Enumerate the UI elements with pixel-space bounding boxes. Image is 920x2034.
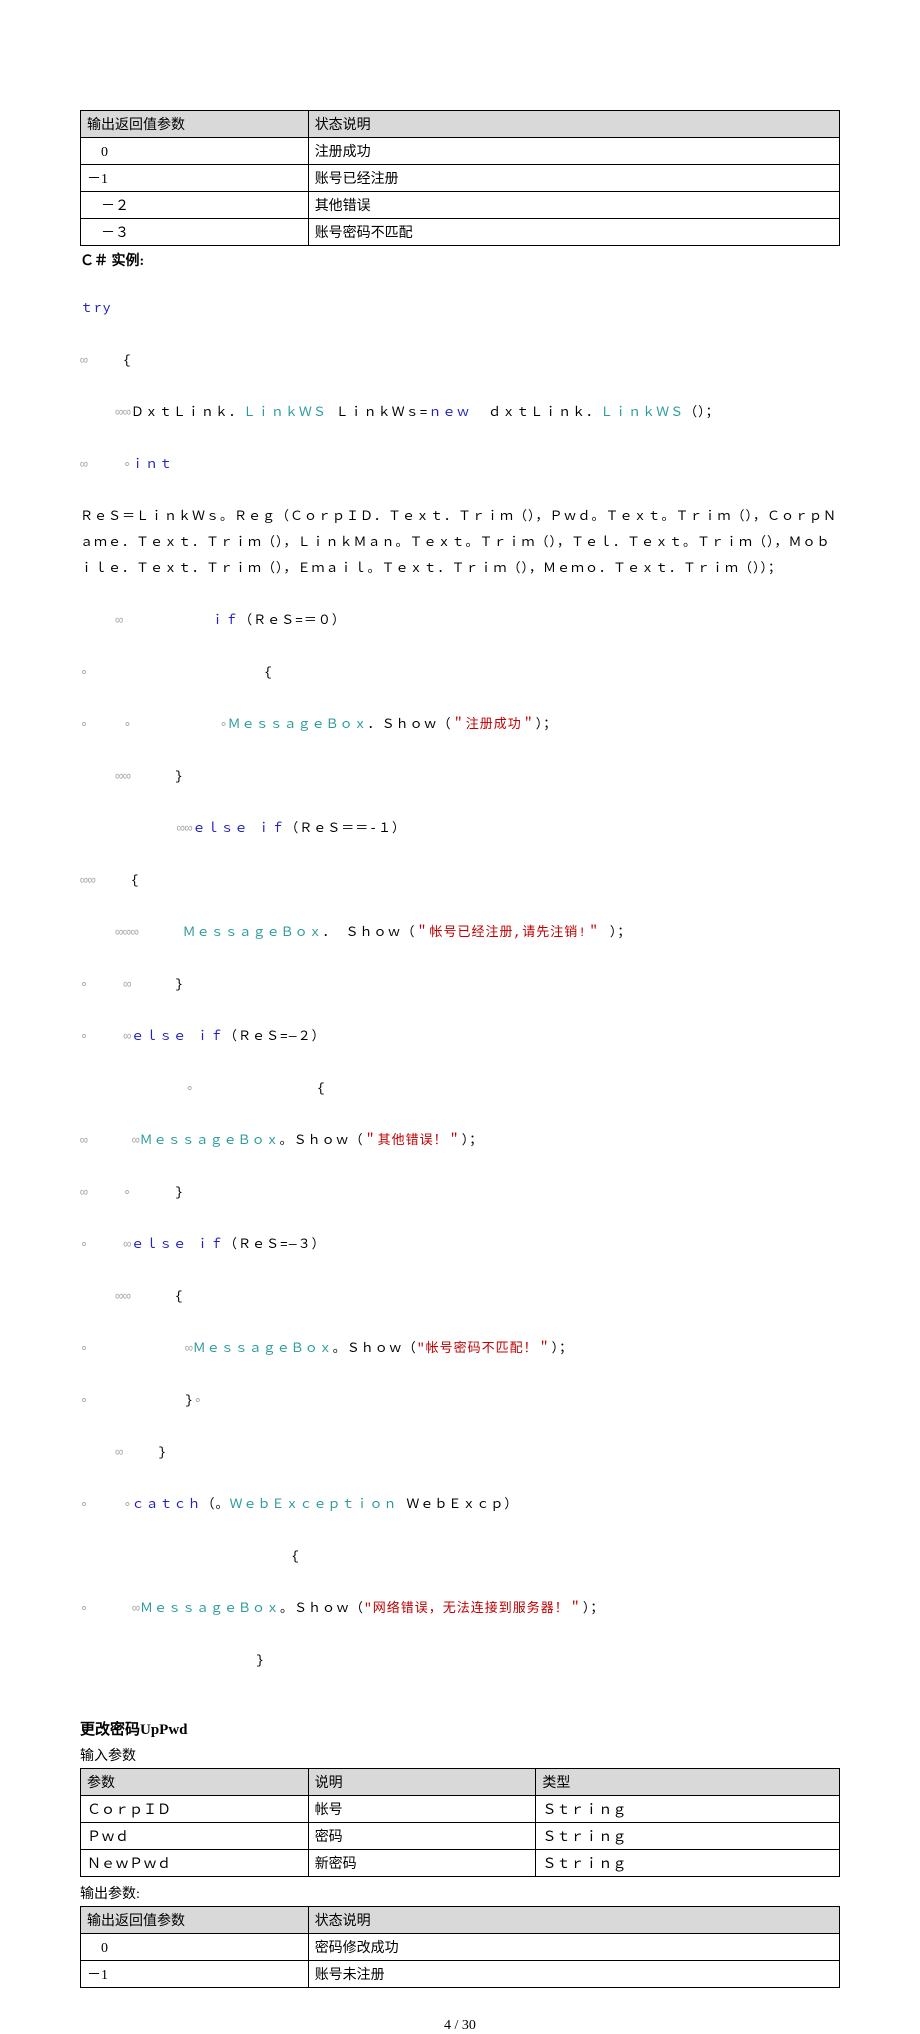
code-string: "帐号密码不匹配！＂ (417, 1341, 552, 1356)
code-line: ＲｅＳ＝ＬｉｎｋＷｓ。Ｒｅｇ（ＣｏｒｐＩＤ．Ｔｅｘｔ．Ｔｒｉｍ（），Ｐｗｄ。Ｔｅ… (80, 504, 840, 582)
whitespace-marker: ∘ (80, 1601, 88, 1616)
whitespace-marker: ∘ (123, 717, 131, 732)
table-row: Ｐｗｄ密码Ｓｔｒｉｎｇ (81, 1823, 840, 1850)
whitespace-marker: ∘ (80, 717, 88, 732)
table-header-row: 输出返回值参数 状态说明 (81, 1907, 840, 1934)
page-number: 4 / 30 (80, 2018, 840, 2034)
whitespace-marker: ∘ (123, 457, 131, 472)
code-keyword: ｃａｔｃｈ (132, 1497, 202, 1512)
table-header-row: 参数 说明 类型 (81, 1769, 840, 1796)
code-string: "网络错误，无法连接到服务器！＂ (364, 1601, 583, 1616)
code-type: ＭｅｓｓａｇｅＢｏｘ (140, 1133, 280, 1148)
output-params-label: 输出参数: (80, 1883, 840, 1903)
table-row: －1账号未注册 (81, 1961, 840, 1988)
table-row: 0注册成功 (81, 138, 840, 165)
col-header: 输出返回值参数 (81, 1907, 309, 1934)
whitespace-marker: ∞ (132, 1133, 140, 1148)
whitespace-marker: ∘ (80, 1029, 88, 1044)
whitespace-marker: ∘ (80, 977, 88, 992)
output-return-table-1: 输出返回值参数 状态说明 0注册成功 －1账号已经注册 －２其他错误 －３账号密… (80, 110, 840, 246)
code-type: ＭｅｓｓａｇｅＢｏｘ (183, 925, 323, 940)
whitespace-marker: ∞∞ (177, 821, 193, 836)
whitespace-marker: ∘ (194, 1393, 202, 1408)
code-keyword: ｅｌｓｅ ｉｆ (192, 821, 285, 836)
section-heading-uppwd: 更改密码UpPwd (80, 1718, 840, 1739)
col-header: 输出返回值参数 (81, 111, 309, 138)
code-type: ＭｅｓｓａｇｅＢｏｘ (193, 1341, 333, 1356)
col-header: 说明 (308, 1769, 536, 1796)
whitespace-marker: ∘ (123, 1185, 131, 1200)
table-row: 0密码修改成功 (81, 1934, 840, 1961)
code-type: ＬｉｎｋＷＳ (600, 405, 684, 420)
whitespace-marker: ∘ (80, 665, 88, 680)
code-type: ＷｅｂＥｘｃｅｐｔｉｏｎ (230, 1497, 398, 1512)
whitespace-marker: ∞ (123, 977, 131, 992)
whitespace-marker: ∞ (185, 1341, 193, 1356)
whitespace-marker: ∘ (220, 717, 228, 732)
col-header: 类型 (536, 1769, 840, 1796)
whitespace-marker: ∞∞∞ (115, 925, 138, 940)
table-header-row: 输出返回值参数 状态说明 (81, 111, 840, 138)
code-keyword: ｉｎｔ (131, 457, 173, 472)
table-row: ＮｅｗＰｗｄ新密码Ｓｔｒｉｎｇ (81, 1850, 840, 1877)
code-keyword: ｔry (80, 301, 112, 316)
whitespace-marker: ∘ (80, 1497, 88, 1512)
whitespace-marker: ∘ (80, 1393, 88, 1408)
input-params-table: 参数 说明 类型 ＣｏｒｐＩＤ帐号Ｓｔｒｉｎｇ Ｐｗｄ密码Ｓｔｒｉｎｇ ＮｅｗＰ… (80, 1768, 840, 1877)
whitespace-marker: ∞ (80, 1133, 88, 1148)
table-row: －1账号已经注册 (81, 165, 840, 192)
code-keyword: ｅｌｓｅ ｉｆ (131, 1029, 224, 1044)
code-string: ＂其他错误！＂ (364, 1133, 462, 1148)
csharp-example-title: Ｃ＃ 实例: (80, 250, 840, 270)
col-header: 状态说明 (308, 1907, 839, 1934)
table-row: －２其他错误 (81, 192, 840, 219)
table-row: ＣｏｒｐＩＤ帐号Ｓｔｒｉｎｇ (81, 1796, 840, 1823)
code-line: } (80, 1648, 840, 1674)
code-line: { (80, 1544, 840, 1570)
code-keyword: ｉｆ (211, 613, 239, 628)
whitespace-marker: ∞ (115, 1445, 123, 1460)
whitespace-marker: ∞ (80, 353, 88, 368)
code-block: ｔry ∞ { ∞∞ＤｘｔＬｉｎｋ．ＬｉｎｋＷＳ ＬｉｎｋＷｓ=ｎｅｗ ｄｘｔＬ… (80, 270, 840, 1700)
whitespace-marker: ∞ (80, 457, 88, 472)
code-string: ＂帐号已经注册,请先注销!＂ (415, 925, 601, 940)
code-string: ＂注册成功＂ (452, 717, 536, 732)
code-type: ＬｉｎｋＷＳ (243, 405, 327, 420)
whitespace-marker: ∞ (132, 1601, 140, 1616)
col-header: 状态说明 (308, 111, 839, 138)
whitespace-marker: ∘ (80, 1341, 88, 1356)
whitespace-marker: ∞ (80, 1185, 88, 1200)
col-header: 参数 (81, 1769, 309, 1796)
whitespace-marker: ∘ (123, 1497, 131, 1512)
table-row: －３账号密码不匹配 (81, 219, 840, 246)
whitespace-marker: ∞ (123, 1237, 131, 1252)
whitespace-marker: ∘ (80, 1237, 88, 1252)
whitespace-marker: ∞ (123, 1029, 131, 1044)
output-return-table-2: 输出返回值参数 状态说明 0密码修改成功 －1账号未注册 (80, 1906, 840, 1988)
input-params-label: 输入参数 (80, 1745, 840, 1765)
code-type: ＭｅｓｓａｇｅＢｏｘ (228, 717, 368, 732)
code-type: ＭｅｓｓａｇｅＢｏｘ (140, 1601, 280, 1616)
whitespace-marker: ∞ (115, 613, 123, 628)
whitespace-marker: ∘ (186, 1081, 194, 1096)
code-keyword: ｎｅｗ (428, 405, 470, 420)
whitespace-marker: ∞∞ (115, 769, 131, 784)
whitespace-marker: ∞∞ (115, 405, 131, 420)
whitespace-marker: ∞∞ (80, 873, 96, 888)
code-keyword: ｅｌｓｅ ｉｆ (131, 1237, 224, 1252)
